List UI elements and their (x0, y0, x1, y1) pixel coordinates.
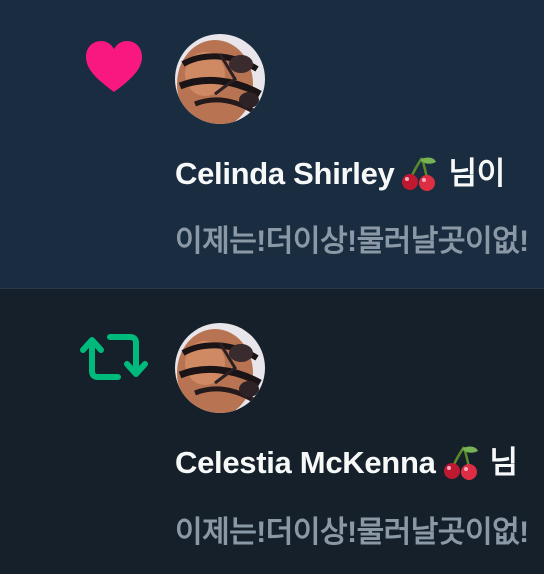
cherries-emoji-icon (442, 443, 480, 481)
avatar[interactable] (175, 34, 265, 124)
user-name[interactable]: Celinda Shirley (175, 156, 395, 191)
action-suffix: 님이 (448, 156, 505, 191)
notification-item-retweet[interactable]: Celestia McKenna 님 이제는!더이상!물러날곳이없! (0, 289, 544, 574)
tweet-snippet: 이제는!더이상!물러날곳이없! (175, 225, 529, 258)
action-suffix: 님 (489, 445, 519, 480)
tweet-snippet: 이제는!더이상!물러날곳이없! (175, 516, 529, 549)
notifications-feed: Celinda Shirley 님이 이제는!더이상!물러날곳이없! Celes… (0, 0, 544, 574)
notification-headline: Celinda Shirley 님이 (175, 148, 505, 193)
cherries-emoji-icon (400, 154, 438, 192)
avatar[interactable] (175, 323, 265, 413)
notification-headline: Celestia McKenna 님 (175, 437, 518, 482)
heart-icon (80, 34, 148, 102)
notification-item-like[interactable]: Celinda Shirley 님이 이제는!더이상!물러날곳이없! (0, 0, 544, 288)
user-name[interactable]: Celestia McKenna (175, 445, 436, 480)
retweet-icon (80, 323, 148, 391)
